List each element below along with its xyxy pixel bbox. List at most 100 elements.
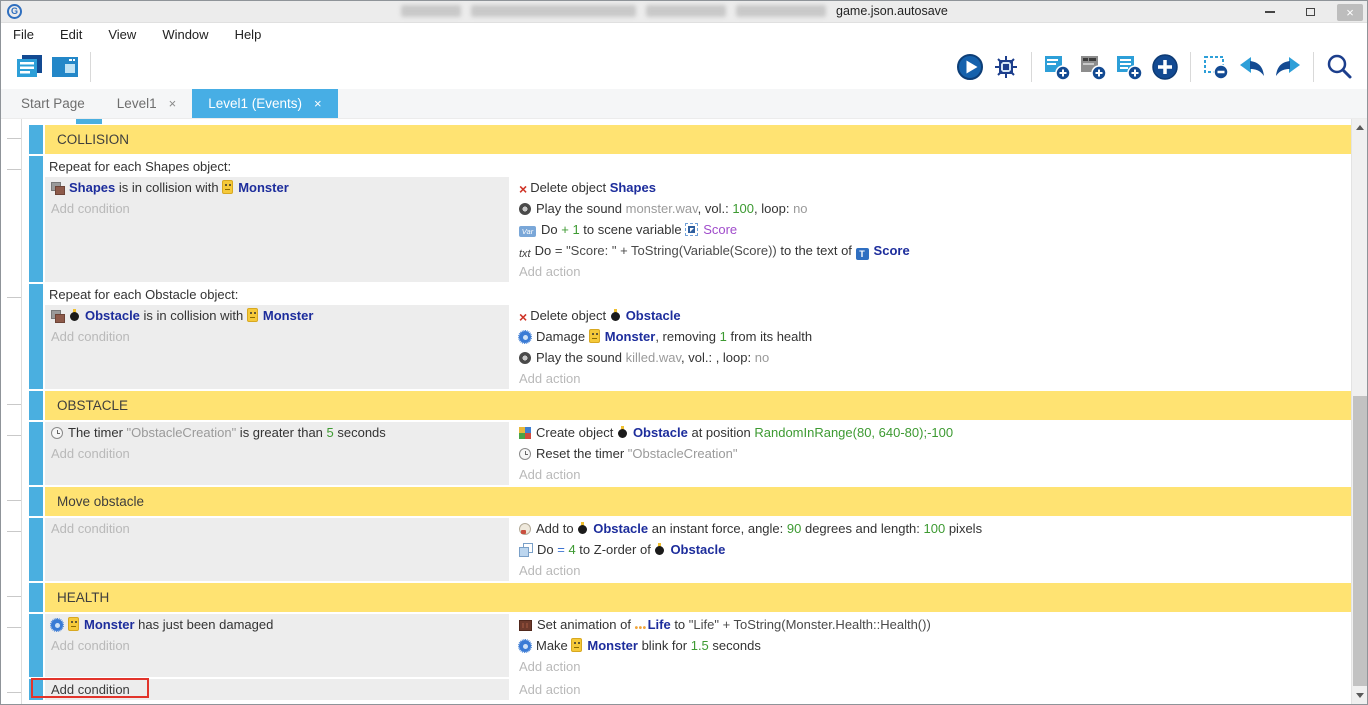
events-sheet-icon[interactable] [11, 50, 47, 84]
debug-icon[interactable] [988, 50, 1024, 84]
action-row[interactable]: VarDo + 1 to scene variable Score [513, 219, 1351, 240]
menu-view[interactable]: View [106, 25, 138, 44]
group-header[interactable]: COLLISION [45, 125, 1351, 154]
event-columns: Obstacle is in collision with MonsterAdd… [45, 305, 1351, 389]
action-row[interactable]: Create object Obstacle at position Rando… [513, 422, 1351, 443]
add-comment-icon[interactable] [1075, 50, 1111, 84]
actions-column: ×Delete object ObstacleDamage Monster, r… [513, 305, 1351, 389]
event-handle[interactable] [29, 518, 43, 581]
add-event-icon[interactable] [1039, 50, 1075, 84]
tab-close-icon[interactable]: × [169, 96, 177, 111]
text-segment: has just been damaged [135, 617, 274, 632]
event-handle[interactable] [29, 156, 43, 282]
text-segment: Monster [605, 329, 656, 344]
add-condition-button[interactable]: Add condition [45, 518, 509, 539]
action-row[interactable]: Add to Obstacle an instant force, angle:… [513, 518, 1351, 539]
vertical-scrollbar[interactable] [1351, 119, 1367, 704]
tab-label: Start Page [21, 96, 85, 111]
condition-row[interactable]: Shapes is in collision with Monster [45, 177, 509, 198]
menu-edit[interactable]: Edit [58, 25, 84, 44]
event-handle[interactable] [29, 284, 43, 389]
scene-editor-icon[interactable] [47, 50, 83, 84]
action-row[interactable]: Make Monster blink for 1.5 seconds [513, 635, 1351, 656]
scrollbar-thumb[interactable] [1353, 396, 1367, 686]
event-handle[interactable] [29, 487, 43, 516]
action-row[interactable]: ×Delete object Obstacle [513, 305, 1351, 326]
add-action-button[interactable]: Add action [513, 560, 1351, 581]
maximize-button[interactable] [1297, 4, 1323, 21]
add-new-icon[interactable] [1147, 50, 1183, 84]
add-subevent-icon[interactable] [1111, 50, 1147, 84]
redo-icon[interactable] [1270, 50, 1306, 84]
event-row: Add conditionAdd to Obstacle an instant … [29, 518, 1351, 581]
monster-icon [571, 638, 582, 652]
action-row[interactable]: Play the sound killed.wav, vol.: , loop:… [513, 347, 1351, 368]
tab-level1[interactable]: Level1 × [101, 89, 192, 118]
undo-icon[interactable] [1234, 50, 1270, 84]
add-action-button[interactable]: Add action [513, 679, 1351, 700]
event-row: Repeat for each Shapes object:Shapes is … [29, 156, 1351, 282]
add-action-button[interactable]: Add action [513, 464, 1351, 485]
tab-level1-events[interactable]: Level1 (Events) × [192, 89, 337, 118]
group-header[interactable]: Move obstacle [45, 487, 1351, 516]
text-segment: Add to [536, 521, 577, 536]
add-condition-button[interactable]: Add condition [45, 443, 509, 464]
scroll-up-icon[interactable] [1356, 125, 1364, 130]
scroll-down-icon[interactable] [1356, 693, 1364, 698]
add-condition-button[interactable]: Add condition [45, 635, 509, 656]
condition-row[interactable]: The timer "ObstacleCreation" is greater … [45, 422, 509, 443]
menu-file[interactable]: File [11, 25, 36, 44]
event-handle[interactable] [29, 125, 43, 154]
minimize-button[interactable] [1257, 4, 1283, 21]
event-header[interactable]: Repeat for each Shapes object: [45, 156, 1351, 177]
monster-icon [247, 308, 258, 322]
action-row[interactable]: Play the sound monster.wav, vol.: 100, l… [513, 198, 1351, 219]
add-condition-button[interactable]: Add condition [45, 198, 509, 219]
event-handle[interactable] [29, 583, 43, 612]
text-segment: to scene variable [580, 222, 686, 237]
monster-icon [68, 617, 79, 631]
menu-window[interactable]: Window [160, 25, 210, 44]
add-condition-button[interactable]: Add condition [45, 679, 509, 700]
monster-icon [222, 180, 233, 194]
action-row[interactable]: Damage Monster, removing 1 from its heal… [513, 326, 1351, 347]
delete-icon: × [519, 179, 527, 200]
search-icon[interactable] [1321, 50, 1357, 84]
event-header[interactable]: Repeat for each Obstacle object: [45, 284, 1351, 305]
action-row[interactable]: Set animation of •••Life to "Life" + ToS… [513, 614, 1351, 635]
condition-row[interactable]: Obstacle is in collision with Monster [45, 305, 509, 326]
event-handle[interactable] [29, 614, 43, 677]
text-segment: Delete object [530, 180, 610, 195]
action-row[interactable]: txtDo = "Score: " + ToString(Variable(Sc… [513, 240, 1351, 261]
event-body: Monster has just been damagedAdd conditi… [45, 614, 1351, 677]
action-row[interactable]: Do = 4 to Z-order of Obstacle [513, 539, 1351, 560]
tab-label: Level1 [117, 96, 157, 111]
collision-icon [51, 310, 64, 322]
event-handle[interactable] [29, 679, 43, 700]
text-segment: Play the sound [536, 350, 626, 365]
timer-icon [519, 448, 531, 460]
close-button[interactable]: × [1337, 4, 1363, 21]
action-row[interactable]: Reset the timer "ObstacleCreation" [513, 443, 1351, 464]
group-header[interactable]: HEALTH [45, 583, 1351, 612]
unselect-all-icon[interactable] [1198, 50, 1234, 84]
gdevelop-logo-icon: G [7, 4, 22, 19]
add-condition-button[interactable]: Add condition [45, 326, 509, 347]
event-handle[interactable] [29, 422, 43, 485]
text-segment: Create object [536, 425, 617, 440]
add-action-button[interactable]: Add action [513, 261, 1351, 282]
event-body: Add conditionAdd to Obstacle an instant … [45, 518, 1351, 581]
event-group-row: HEALTH [29, 583, 1351, 612]
play-icon[interactable] [952, 50, 988, 84]
menu-help[interactable]: Help [233, 25, 264, 44]
group-header[interactable]: OBSTACLE [45, 391, 1351, 420]
tab-start-page[interactable]: Start Page [5, 89, 101, 118]
text-segment: Delete object [530, 308, 610, 323]
add-action-button[interactable]: Add action [513, 656, 1351, 677]
condition-row[interactable]: Monster has just been damaged [45, 614, 509, 635]
tab-close-icon[interactable]: × [314, 96, 322, 111]
action-row[interactable]: ×Delete object Shapes [513, 177, 1351, 198]
text-segment: Do [537, 542, 557, 557]
event-handle[interactable] [29, 391, 43, 420]
add-action-button[interactable]: Add action [513, 368, 1351, 389]
